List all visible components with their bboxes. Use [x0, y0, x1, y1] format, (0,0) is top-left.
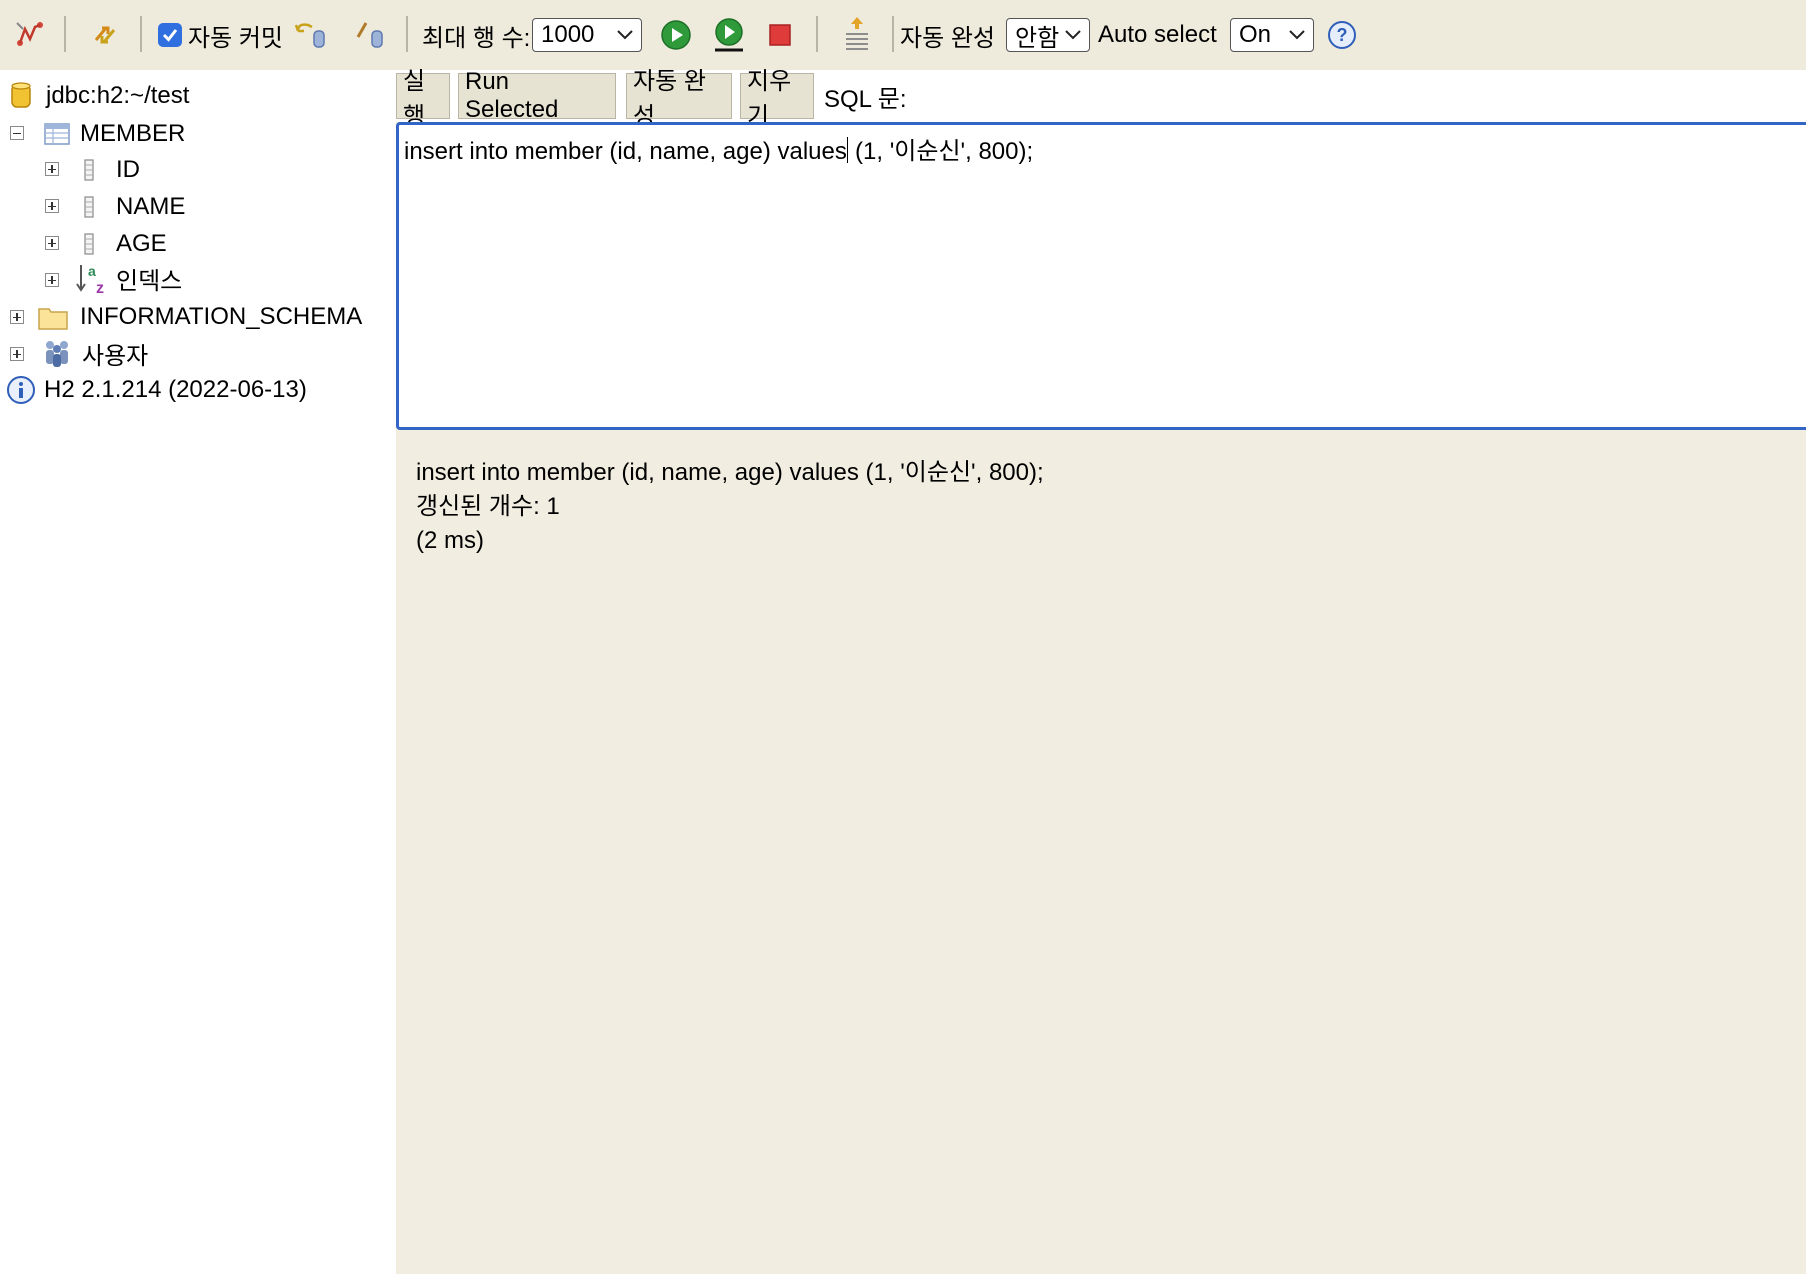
history-icon [846, 17, 868, 50]
run-selected-query-button[interactable]: Run Selected [458, 68, 616, 123]
toolbar-separator [64, 16, 66, 52]
autocomplete-label: 자동 완성 [900, 24, 995, 52]
result-duration: (2 ms) [416, 527, 484, 554]
sql-text-before-caret: insert into member (id, name, age) value… [404, 138, 847, 165]
schema-name: INFORMATION_SCHEMA [80, 303, 363, 330]
clear-button[interactable]: 지우기 [740, 68, 814, 130]
toolbar-separator [816, 16, 818, 52]
run-selected-icon [715, 18, 743, 52]
expand-toggle[interactable] [45, 199, 59, 213]
commit-button[interactable] [354, 0, 388, 70]
indexes-label: 인덱스 [116, 267, 183, 295]
connection-url: jdbc:h2:~/test [46, 82, 190, 109]
help-button[interactable]: ? [1326, 0, 1358, 70]
stop-icon [769, 24, 791, 46]
disconnect-button[interactable] [14, 0, 46, 70]
tree-column[interactable]: ID [84, 152, 140, 188]
tree-users[interactable]: 사용자 [42, 335, 148, 371]
expand-toggle[interactable] [10, 347, 24, 361]
version-text: H2 2.1.214 (2022-06-13) [44, 376, 307, 403]
tree-connection[interactable]: jdbc:h2:~/test [10, 78, 189, 114]
autoselect-label: Auto select [1098, 21, 1217, 48]
checkbox-checked-icon [158, 23, 182, 47]
result-output: insert into member (id, name, age) value… [416, 456, 1044, 558]
svg-text:?: ? [1337, 25, 1348, 45]
run-icon [661, 20, 691, 50]
rollback-button[interactable] [294, 0, 330, 70]
toolbar: 자동 커밋 최대 행 수: 1000 자동 완성 안함 Auto select … [0, 0, 1806, 71]
tree-column[interactable]: NAME [84, 189, 185, 225]
disconnect-icon [16, 22, 43, 46]
autoselect-value: On [1239, 21, 1272, 48]
sql-editor[interactable]: insert into member (id, name, age) value… [396, 122, 1806, 430]
result-update-count: 갱신된 개수: 1 [416, 493, 560, 520]
expand-toggle[interactable] [10, 310, 24, 324]
column-icon [84, 159, 94, 181]
sql-statement-label: SQL 문: [824, 85, 907, 113]
run-selected-button[interactable] [712, 0, 746, 70]
run-query-button[interactable]: 실행 [396, 68, 450, 130]
help-icon: ? [1328, 21, 1356, 49]
refresh-icon [94, 26, 116, 44]
rollback-icon [294, 23, 325, 48]
column-name: ID [116, 156, 140, 183]
autocomplete-button[interactable]: 자동 완성 [626, 68, 732, 130]
run-button[interactable] [660, 0, 692, 70]
stop-button[interactable] [766, 0, 794, 70]
tree-version: H2 2.1.214 (2022-06-13) [6, 372, 307, 408]
table-icon [44, 123, 70, 145]
svg-text:a: a [88, 263, 96, 279]
collapse-toggle[interactable] [10, 126, 24, 140]
chevron-down-icon [617, 30, 633, 40]
users-icon [46, 341, 68, 367]
max-rows-label: 최대 행 수: [422, 24, 531, 52]
expand-toggle[interactable] [45, 236, 59, 250]
autocommit-checkbox[interactable]: 자동 커밋 [158, 0, 283, 70]
sql-text-after-caret: (1, '이순신', 800); [848, 138, 1034, 165]
history-button[interactable] [842, 0, 872, 70]
tree-column[interactable]: AGE [84, 226, 167, 262]
column-name: NAME [116, 193, 186, 220]
toolbar-separator [406, 16, 408, 52]
chevron-down-icon [1065, 30, 1081, 40]
column-icon [84, 196, 94, 218]
expand-toggle[interactable] [45, 273, 59, 287]
autocommit-label: 자동 커밋 [188, 24, 283, 52]
max-rows-value: 1000 [541, 21, 595, 48]
result-statement: insert into member (id, name, age) value… [416, 459, 1044, 486]
database-icon [11, 82, 31, 108]
toolbar-separator [892, 16, 894, 52]
object-tree: jdbc:h2:~/test MEMBER ID NAME AGE a z 인덱… [0, 70, 396, 1274]
table-name: MEMBER [80, 120, 186, 147]
sort-az-icon: a z [76, 263, 104, 295]
autocomplete-select[interactable]: 안함 [1006, 18, 1090, 52]
query-panel: 실행 Run Selected 자동 완성 지우기 SQL 문: insert … [396, 68, 1806, 1274]
tree-table-member[interactable]: MEMBER [44, 116, 185, 152]
autoselect-select[interactable]: On [1230, 18, 1314, 52]
tree-indexes[interactable]: a z 인덱스 [76, 260, 182, 296]
autocomplete-value: 안함 [1015, 24, 1060, 52]
column-icon [84, 233, 94, 255]
toolbar-separator [140, 16, 142, 52]
editor-toolbar: 실행 Run Selected 자동 완성 지우기 SQL 문: [396, 68, 1806, 130]
chevron-down-icon [1289, 30, 1305, 40]
info-icon [7, 376, 35, 404]
tree-schema[interactable]: INFORMATION_SCHEMA [38, 299, 362, 335]
column-name: AGE [116, 230, 167, 257]
folder-icon [38, 308, 68, 330]
users-label: 사용자 [82, 342, 149, 370]
svg-text:z: z [96, 280, 104, 295]
expand-toggle[interactable] [45, 162, 59, 176]
refresh-button[interactable] [88, 0, 122, 70]
max-rows-select[interactable]: 1000 [532, 18, 642, 52]
commit-icon [356, 22, 383, 48]
